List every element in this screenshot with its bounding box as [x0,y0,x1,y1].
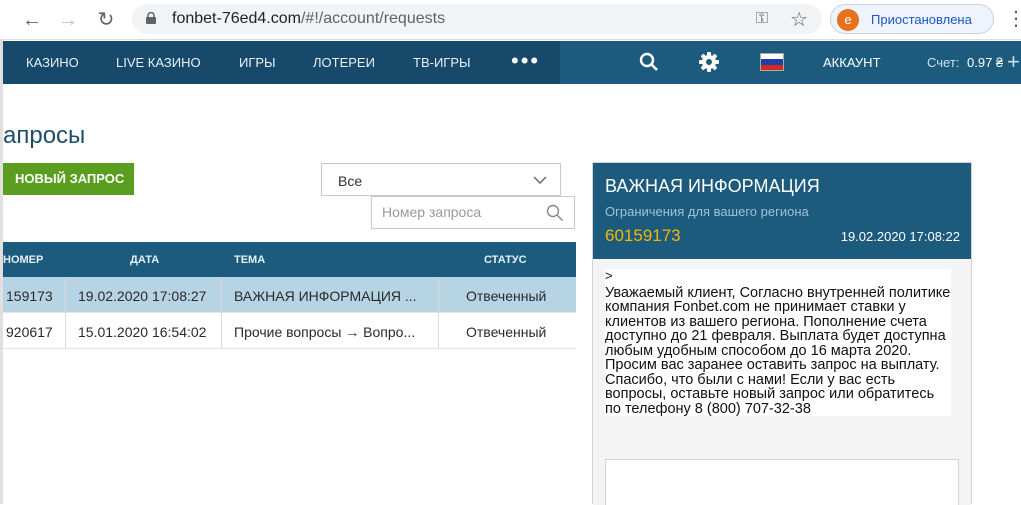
search-icon[interactable] [639,52,659,72]
row-number: 920617 [6,324,53,340]
panel-body: > Уважаемый клиент, Согласно внутренней … [593,259,971,505]
status-filter-value: Все [338,173,363,189]
request-detail-panel: ВАЖНАЯ ИНФОРМАЦИЯ Ограничения для вашего… [592,162,972,505]
balance-label: Счет: [927,55,960,70]
table-row[interactable]: 920617 15.01.2020 16:54:02 Прочие вопрос… [3,313,576,349]
panel-date: 19.02.2020 17:08:22 [840,229,960,244]
url-text: fonbet-76ed4.com/#!/account/requests [172,10,445,28]
nav-item-tv-games[interactable]: ТВ-ИГРЫ [413,55,471,70]
row-number: 159173 [6,288,53,304]
cell-divider [221,313,222,349]
lock-icon [146,12,156,24]
search-icon[interactable] [546,204,564,222]
message-text: Уважаемый клиент, Согласно внутренней по… [605,284,951,417]
key-icon[interactable]: ⚿ [756,10,768,28]
account-link[interactable]: АККАУНТ [823,55,881,70]
browser-toolbar: ← → ↻ fonbet-76ed4.com/#!/account/reques… [0,0,1021,40]
message-bubble: > Уважаемый клиент, Согласно внутренней … [605,268,951,417]
nav-item-casino[interactable]: КАЗИНО [26,55,79,70]
forward-arrow-icon[interactable]: → [56,8,80,32]
site-nav: КАЗИНО LIVE КАЗИНО ИГРЫ ЛОТЕРЕИ ТВ-ИГРЫ … [3,41,1021,84]
nav-item-live-casino[interactable]: LIVE КАЗИНО [116,55,201,70]
column-header-topic[interactable]: ТЕМА [234,254,265,266]
nav-item-lotteries[interactable]: ЛОТЕРЕИ [313,55,375,70]
address-bar[interactable]: fonbet-76ed4.com/#!/account/requests ⚿ ☆ [132,4,822,34]
request-search[interactable] [371,196,575,229]
balance-value[interactable]: 0.97 ₴ [967,55,1003,70]
profile-avatar: e [837,9,859,31]
row-status: Отвеченный [466,288,547,304]
chevron-down-icon [533,176,547,185]
cell-divider [65,277,66,313]
back-arrow-icon[interactable]: ← [20,8,44,32]
gear-icon[interactable] [699,52,719,72]
request-number-input[interactable] [382,204,532,220]
page-title: апросы [3,122,86,149]
message-arrow: > [605,268,613,283]
url-host: fonbet-76ed4.com [172,10,301,27]
nav-item-games[interactable]: ИГРЫ [239,55,276,70]
url-path: /#!/account/requests [300,10,446,27]
row-topic: Прочие вопросы → Вопро... [234,324,416,340]
row-topic: ВАЖНАЯ ИНФОРМАЦИЯ ... [234,288,417,304]
row-date: 19.02.2020 17:08:27 [78,288,207,304]
site-nav-menu [3,41,560,84]
row-date: 15.01.2020 16:54:02 [78,324,207,340]
cell-divider [221,277,222,313]
cell-divider [65,313,66,349]
column-header-status[interactable]: СТАТУС [484,254,527,266]
language-flag-icon[interactable] [760,53,784,71]
requests-table: НОМЕР ДАТА ТЕМА СТАТУС 159173 19.02.2020… [3,242,576,349]
panel-subtitle: Ограничения для вашего региона [605,204,809,219]
row-status: Отвеченный [466,324,547,340]
reload-icon[interactable]: ↻ [94,8,118,32]
table-header: НОМЕР ДАТА ТЕМА СТАТУС [3,242,576,277]
panel-request-number: 60159173 [605,226,681,245]
browser-menu-icon[interactable]: ⋮ [1006,6,1021,31]
reply-textarea[interactable] [605,459,959,505]
deposit-plus-icon[interactable]: + [1007,49,1020,75]
panel-header: ВАЖНАЯ ИНФОРМАЦИЯ Ограничения для вашего… [593,163,971,259]
profile-status: Приостановлена [871,12,972,27]
column-header-number[interactable]: НОМЕР [3,254,43,266]
table-row[interactable]: 159173 19.02.2020 17:08:27 ВАЖНАЯ ИНФОРМ… [3,277,576,313]
nav-more-icon[interactable]: ••• [511,48,540,74]
status-filter-select[interactable]: Все [321,163,561,196]
cell-divider [438,313,439,349]
bookmark-star-icon[interactable]: ☆ [790,7,808,32]
panel-title: ВАЖНАЯ ИНФОРМАЦИЯ [605,176,820,196]
profile-button[interactable]: e Приостановлена [830,4,994,34]
column-header-date[interactable]: ДАТА [130,254,159,266]
new-request-button[interactable]: НОВЫЙ ЗАПРОС [3,163,134,195]
cell-divider [438,277,439,313]
